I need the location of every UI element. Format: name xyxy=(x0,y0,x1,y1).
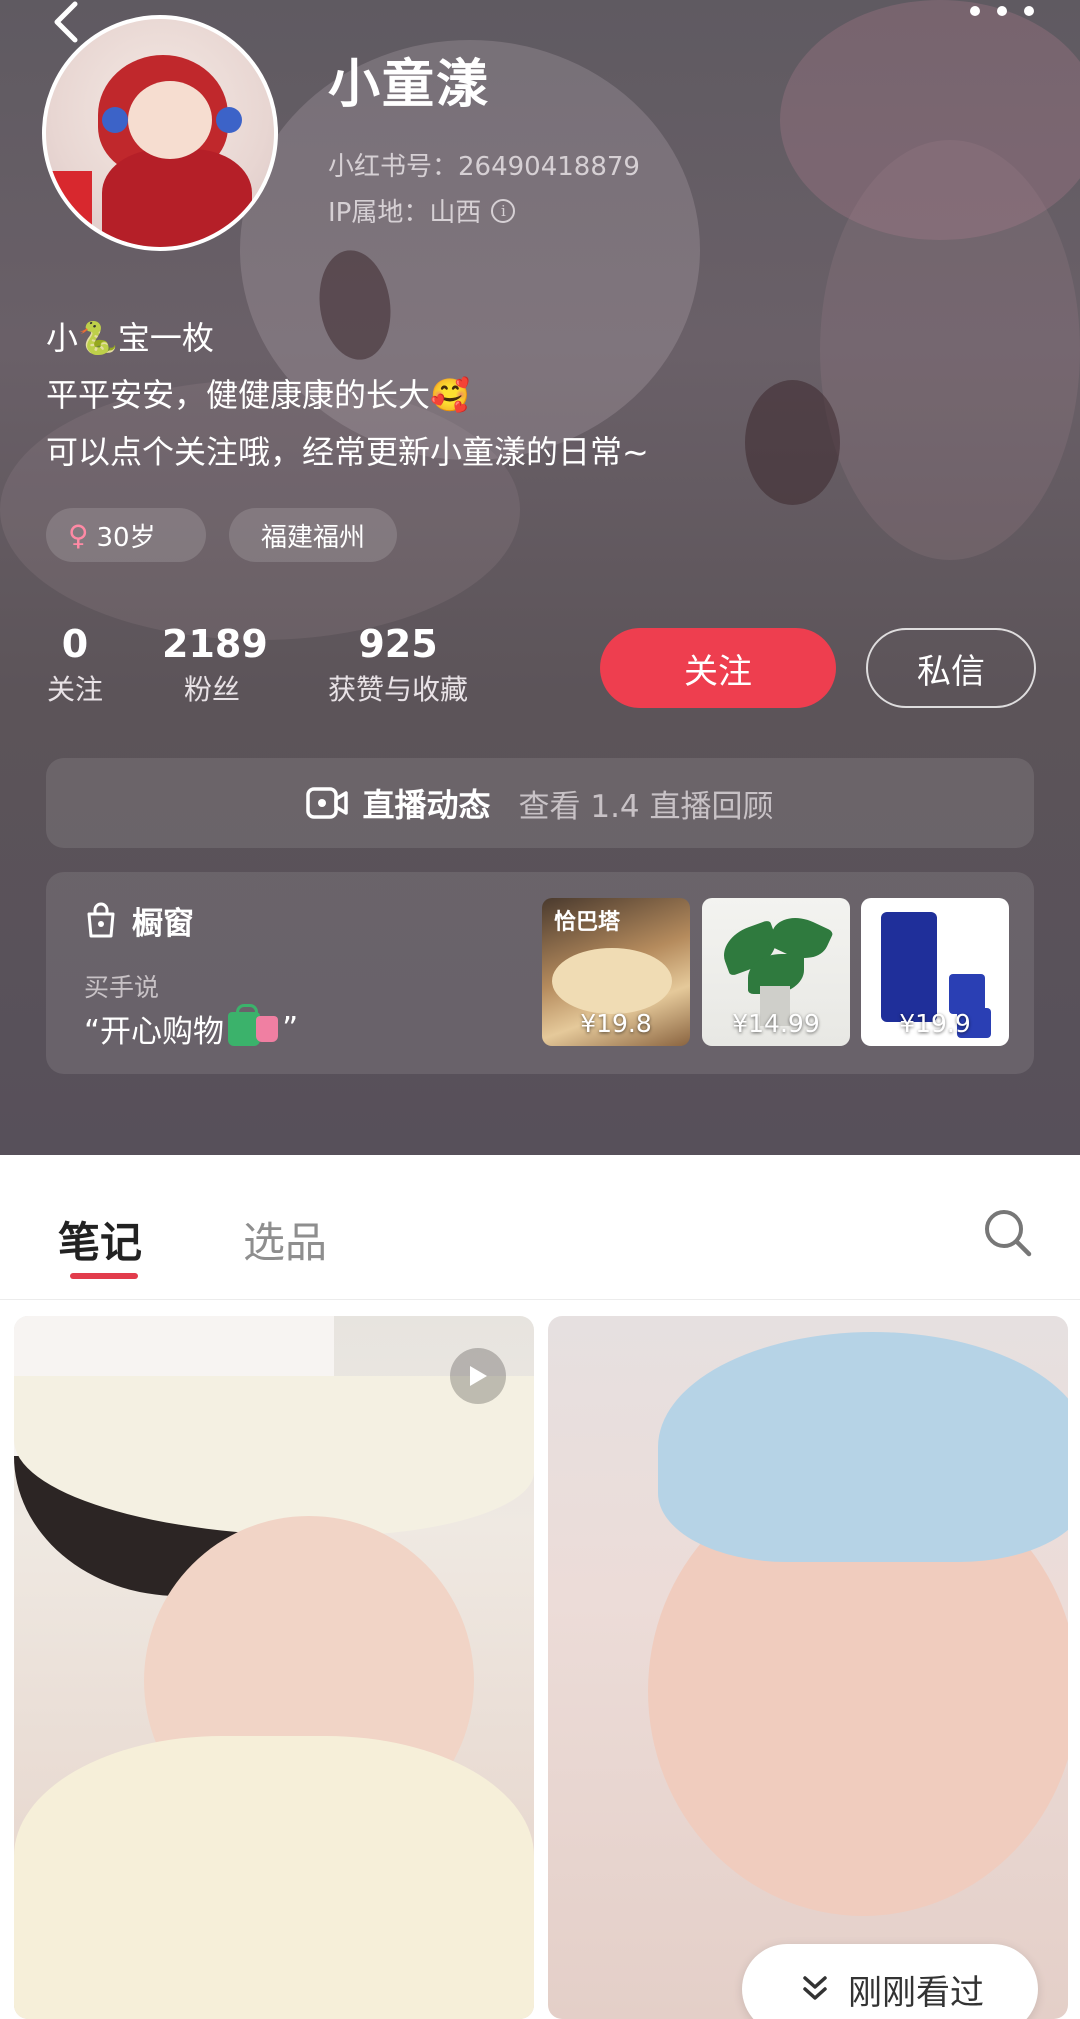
stat-value: 925 xyxy=(358,622,438,666)
stat-value: 2189 xyxy=(162,622,268,666)
product-price: ¥19.8 xyxy=(580,1009,652,1038)
stat-likes[interactable]: 925 获赞与收藏 xyxy=(318,620,478,712)
product-brand: 恰巴塔 xyxy=(554,910,621,935)
stat-following[interactable]: 0 关注 xyxy=(40,620,110,712)
double-chevron-down-icon xyxy=(803,1976,827,2000)
bio-line: 小🐍宝一枚 xyxy=(46,319,214,357)
stat-fans[interactable]: 2189 粉丝 xyxy=(162,620,268,712)
shop-window-card[interactable]: 橱窗 买手说 “开心购物 ” 恰巴塔 ¥19.8 ¥14.99 ¥19.9 xyxy=(46,872,1034,1074)
avatar[interactable] xyxy=(42,15,278,251)
note-card[interactable] xyxy=(548,1316,1068,2019)
note-card[interactable] xyxy=(14,1316,534,2019)
gender-age-tag: ♀ 30岁 xyxy=(46,508,206,562)
shop-subtitle: 买手说 xyxy=(84,973,160,1002)
product-price: ¥19.9 xyxy=(899,1009,971,1038)
age-text: 30岁 xyxy=(96,522,156,553)
location-tag: 福建福州 xyxy=(229,508,397,562)
avatar-tag xyxy=(52,171,92,241)
follow-button[interactable]: 关注 xyxy=(600,628,836,708)
profile-ip-text: IP属地：山西 xyxy=(328,198,482,228)
live-subtitle: 查看 1.4 直播回顾 xyxy=(518,788,774,825)
location-text: 福建福州 xyxy=(260,522,365,553)
info-icon[interactable]: i xyxy=(491,198,516,223)
bio-line: 平平安安，健健康康的长大🥰 xyxy=(46,376,470,414)
stat-label: 粉丝 xyxy=(183,673,240,706)
recently-viewed-label: 刚刚看过 xyxy=(848,1972,984,2013)
more-dot-icon xyxy=(997,6,1007,16)
tissue-pack xyxy=(881,912,937,1022)
tab-notes[interactable]: 笔记 xyxy=(58,1209,142,1270)
recently-viewed-button[interactable]: 刚刚看过 xyxy=(742,1944,1038,2019)
video-play-icon xyxy=(450,1348,506,1404)
female-icon: ♀ xyxy=(68,518,89,552)
bread-image xyxy=(552,948,672,1014)
profile-id[interactable]: 小红书号：26490418879 xyxy=(328,146,640,183)
avatar-body xyxy=(102,149,252,247)
shop-quote-text: “开心购物 xyxy=(84,1014,225,1050)
image-hat xyxy=(658,1332,1068,1562)
profile-name: 小童漾 xyxy=(328,55,491,115)
product-thumbnail[interactable]: 恰巴塔 ¥19.8 xyxy=(542,898,690,1046)
image-blanket xyxy=(14,1736,534,2019)
more-dot-icon xyxy=(970,6,980,16)
back-button[interactable] xyxy=(44,0,88,44)
live-title: 直播动态 xyxy=(362,786,491,824)
profile-bio: 小🐍宝一枚 平平安安，健健康康的长大🥰 可以点个关注哦，经常更新小童漾的日常~ xyxy=(46,310,946,481)
shopping-bag-icon xyxy=(87,902,115,937)
tab-picks[interactable]: 选品 xyxy=(243,1209,327,1270)
stat-label: 关注 xyxy=(46,673,103,706)
search-icon[interactable] xyxy=(980,1205,1036,1261)
shopping-bag-icon xyxy=(256,1015,279,1042)
content-tabs: 笔记 选品 xyxy=(0,1155,1080,1300)
live-replay-bar[interactable]: 直播动态 查看 1.4 直播回顾 xyxy=(46,758,1034,848)
message-button[interactable]: 私信 xyxy=(866,628,1036,708)
stat-value: 0 xyxy=(61,622,89,666)
product-thumbnail[interactable]: ¥19.9 xyxy=(861,898,1009,1046)
profile-ip[interactable]: IP属地：山西 i xyxy=(328,192,516,229)
avatar-ear xyxy=(216,107,242,133)
profile-header: 小童漾 小红书号：26490418879 IP属地：山西 i 小🐍宝一枚 平平安… xyxy=(0,0,1080,1155)
play-icon xyxy=(470,1366,487,1386)
active-tab-indicator xyxy=(70,1273,138,1279)
shop-header: 橱窗 xyxy=(84,898,194,943)
shop-title: 橱窗 xyxy=(132,906,194,942)
stat-label: 获赞与收藏 xyxy=(327,673,468,706)
shop-quote-close: ” xyxy=(282,1010,299,1047)
shop-quote: “开心购物 ” xyxy=(84,1003,299,1051)
avatar-face xyxy=(128,81,212,159)
bio-line: 可以点个关注哦，经常更新小童漾的日常~ xyxy=(46,433,649,471)
chevron-left-icon xyxy=(54,1,78,43)
product-price: ¥14.99 xyxy=(732,1009,820,1038)
more-button[interactable] xyxy=(970,0,1034,22)
avatar-ear xyxy=(102,107,128,133)
more-dot-icon xyxy=(1024,6,1034,16)
live-video-icon xyxy=(306,787,349,819)
product-thumbnail[interactable]: ¥14.99 xyxy=(702,898,850,1046)
